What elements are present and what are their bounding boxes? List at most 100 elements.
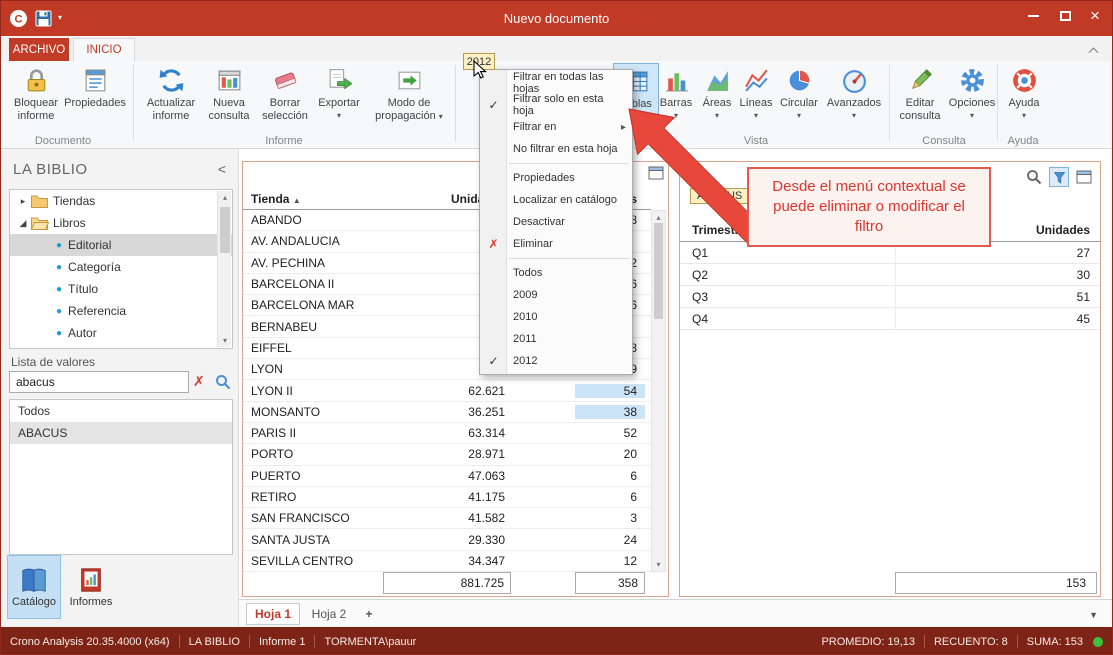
- tree-scrollbar[interactable]: ▴ ▾: [217, 191, 231, 347]
- status-informe: Informe 1: [259, 636, 305, 648]
- table-row[interactable]: Q351: [680, 286, 1100, 308]
- menu-item-2011[interactable]: 2011: [480, 328, 632, 350]
- check-icon: ✓: [485, 354, 502, 368]
- table-row[interactable]: PARIS II63.31452: [243, 423, 651, 444]
- window-title: Nuevo documento: [1, 11, 1112, 26]
- maximize-button[interactable]: [1050, 1, 1080, 30]
- bloquear-informe-button[interactable]: Bloquear informe: [7, 63, 65, 135]
- tree-item-editorial[interactable]: ● Editorial: [10, 234, 232, 256]
- menu-item-2012[interactable]: ✓2012: [480, 350, 632, 372]
- scroll-down-icon[interactable]: ▾: [218, 336, 232, 345]
- delete-x-icon: ✗: [485, 237, 502, 251]
- value-item-abacus[interactable]: ABACUS: [10, 422, 232, 444]
- nav-catalogo[interactable]: Catálogo: [7, 555, 61, 619]
- filter-icon: [1053, 171, 1066, 184]
- dropdown-caret-icon: ▾: [439, 112, 443, 121]
- total-unidades: 881.725: [383, 572, 511, 594]
- ribbon-separator: [889, 65, 890, 141]
- sheet-tab-hoja2[interactable]: Hoja 2: [303, 603, 355, 625]
- status-suma: SUMA: 153: [1027, 636, 1083, 648]
- group-label-ayuda: Ayuda: [973, 135, 1073, 147]
- gear-icon: [958, 66, 987, 95]
- folder-open-icon: [30, 215, 49, 231]
- tree-expand-icon[interactable]: ▸: [16, 196, 30, 207]
- scroll-down-icon[interactable]: ▾: [652, 560, 665, 569]
- editar-consulta-button[interactable]: Editar consulta: [893, 63, 947, 135]
- ayuda-button[interactable]: Ayuda ▾: [1001, 63, 1047, 135]
- tab-inicio[interactable]: INICIO: [73, 38, 135, 61]
- export-icon: [325, 66, 354, 95]
- app-window: C ▾ Nuevo documento × ARCHIVO INICIO Blo…: [0, 0, 1113, 655]
- clear-filter-icon[interactable]: ✗: [193, 373, 205, 390]
- column-header-tienda[interactable]: Tienda ▲: [243, 192, 383, 206]
- modo-propagacion-button[interactable]: Modo de propagación ▾: [367, 63, 451, 135]
- tree-item-titulo[interactable]: ● Título: [10, 278, 232, 300]
- tree-item-tiendas[interactable]: ▸ Tiendas: [10, 190, 232, 212]
- status-app-version: Crono Analysis 20.35.4000 (x64): [10, 636, 170, 648]
- menu-item-2009[interactable]: 2009: [480, 284, 632, 306]
- nueva-consulta-button[interactable]: Nueva consulta: [203, 63, 255, 135]
- tree-item-autor[interactable]: ● Autor: [10, 322, 232, 344]
- eraser-icon: [271, 66, 300, 95]
- sheet-list-dropdown-icon[interactable]: ▼: [1089, 610, 1098, 620]
- nav-informes[interactable]: Informes: [65, 555, 117, 619]
- tree-item-ano-publicacion[interactable]: ● Año publicación: [10, 344, 232, 349]
- table-row[interactable]: PORTO28.97120: [243, 444, 651, 465]
- collapse-panel-button[interactable]: <: [218, 161, 226, 177]
- table-row[interactable]: SEVILLA CENTRO34.34712: [243, 551, 651, 572]
- dropdown-caret-icon: ▾: [852, 112, 856, 120]
- scrollbar-thumb[interactable]: [220, 207, 230, 253]
- filter-active-button[interactable]: [1049, 167, 1069, 187]
- tree-item-referencia[interactable]: ● Referencia: [10, 300, 232, 322]
- field-bullet-icon: ●: [56, 284, 62, 295]
- properties-icon: [81, 66, 110, 95]
- add-sheet-button[interactable]: +: [359, 603, 379, 625]
- dropdown-caret-icon: ▾: [1022, 112, 1026, 120]
- dropdown-caret-icon: ▾: [970, 112, 974, 120]
- values-list-label: Lista de valores: [11, 355, 95, 369]
- reports-icon: [77, 566, 105, 594]
- field-bullet-icon: ●: [56, 306, 62, 317]
- catalog-tree: ▸ Tiendas ◢ Libros ● Editorial ●: [9, 189, 233, 349]
- table-row[interactable]: SANTA JUSTA29.33024: [243, 529, 651, 550]
- table-row[interactable]: LYON II62.62154: [243, 380, 651, 401]
- table-row[interactable]: Q445: [680, 308, 1100, 330]
- exportar-button[interactable]: Exportar ▾: [314, 63, 364, 135]
- avanzados-button[interactable]: Avanzados ▾: [823, 63, 885, 135]
- collapse-ribbon-icon[interactable]: [1090, 46, 1100, 56]
- table-row[interactable]: PUERTO47.0636: [243, 466, 651, 487]
- table-scrollbar[interactable]: ▴ ▾: [651, 210, 666, 572]
- borrar-seleccion-button[interactable]: Borrar selección: [258, 63, 312, 135]
- dropdown-caret-icon: ▾: [797, 112, 801, 120]
- life-ring-icon: [1010, 66, 1039, 95]
- zoom-icon[interactable]: [1026, 169, 1042, 185]
- tab-archivo[interactable]: ARCHIVO: [9, 38, 69, 61]
- maximize-panel-icon[interactable]: [1076, 170, 1092, 184]
- search-icon[interactable]: [215, 374, 231, 390]
- tree-item-libros[interactable]: ◢ Libros: [10, 212, 232, 234]
- table-row[interactable]: SAN FRANCISCO41.5823: [243, 508, 651, 529]
- table-row[interactable]: MONSANTO36.25138: [243, 402, 651, 423]
- sheet-tab-hoja1[interactable]: Hoja 1: [246, 603, 300, 625]
- menu-item-todos[interactable]: Todos: [480, 262, 632, 284]
- new-query-table-icon: [215, 66, 244, 95]
- minimize-button[interactable]: [1018, 1, 1048, 30]
- tree-expand-icon[interactable]: ◢: [16, 218, 30, 229]
- total-unidades: 153: [895, 572, 1097, 594]
- table-row[interactable]: RETIRO41.1756: [243, 487, 651, 508]
- value-item-todos[interactable]: Todos: [10, 400, 232, 422]
- status-promedio: PROMEDIO: 19,13: [821, 636, 915, 648]
- scroll-up-icon[interactable]: ▴: [218, 193, 232, 202]
- close-button[interactable]: ×: [1080, 1, 1110, 30]
- opciones-button[interactable]: Opciones ▾: [949, 63, 995, 135]
- values-search-input[interactable]: [9, 371, 189, 393]
- gauge-icon: [840, 66, 869, 95]
- table-row[interactable]: Q230: [680, 264, 1100, 286]
- title-bar: C ▾ Nuevo documento ×: [1, 1, 1112, 36]
- connection-status-icon: [1093, 637, 1103, 647]
- mouse-cursor: [473, 60, 487, 80]
- propiedades-button[interactable]: Propiedades: [67, 63, 123, 135]
- tree-item-categoria[interactable]: ● Categoría: [10, 256, 232, 278]
- actualizar-informe-button[interactable]: Actualizar informe: [143, 63, 199, 135]
- menu-item-2010[interactable]: 2010: [480, 306, 632, 328]
